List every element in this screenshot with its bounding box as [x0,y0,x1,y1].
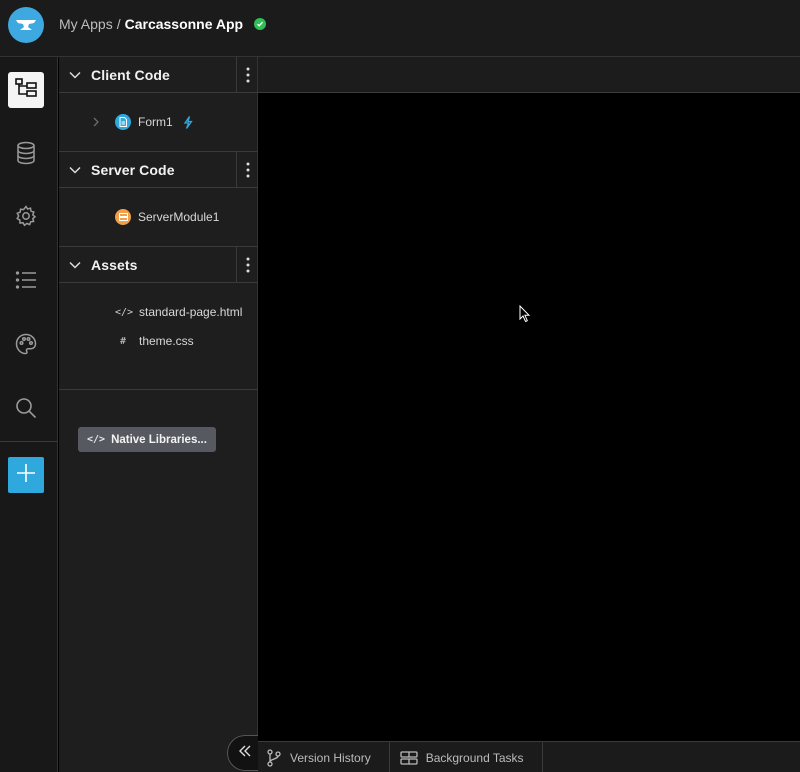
app-tree-icon [14,77,38,104]
app-browser-panel: Client Code Form1 Server Code ServerModu… [59,56,258,772]
plus-icon [16,463,36,488]
tasks-icon [400,750,418,765]
section-title: Assets [91,256,138,273]
rail-app-browser[interactable] [8,72,44,108]
tree-item-servermodule1[interactable]: ServerModule1 [59,203,258,231]
bottom-bar: Version History Background Tasks [258,741,800,772]
app-name[interactable]: Carcassonne App [125,15,244,33]
form-icon [115,114,131,130]
tree-item-form1[interactable]: Form1 [59,108,258,136]
section-divider [59,389,258,390]
section-title: Server Code [91,161,175,178]
rail-theme[interactable] [8,328,44,364]
chevron-down-icon[interactable] [59,57,91,93]
sidebar-rail [0,57,58,772]
search-icon [14,396,38,425]
top-bar: My Apps / Carcassonne App [0,0,800,57]
git-branch-icon [267,748,281,767]
section-server-code[interactable]: Server Code [59,151,258,188]
chevron-right-icon[interactable] [93,117,105,127]
database-icon [15,141,37,170]
code-icon: </> [87,434,106,445]
tree-item-theme-css[interactable]: # theme.css [59,327,258,355]
tree-item-label: Form1 [138,115,173,129]
saved-check-icon [254,18,267,30]
rail-divider [0,441,58,442]
chevron-down-icon[interactable] [59,247,91,283]
breadcrumb-my-apps[interactable]: My Apps [59,15,113,33]
server-module-icon [115,209,131,225]
tree-item-label: theme.css [139,334,194,348]
section-title: Client Code [91,66,170,83]
hash-icon: # [119,335,127,347]
tree-item-standard-page[interactable]: </> standard-page.html [59,298,258,326]
code-icon: </> [115,306,134,318]
gear-icon [14,204,38,233]
version-history-label: Version History [290,750,371,765]
background-tasks-tab[interactable]: Background Tasks [390,742,543,772]
list-icon [15,270,37,295]
editor-area[interactable] [258,93,800,741]
rail-search[interactable] [8,392,44,428]
background-tasks-label: Background Tasks [425,750,524,765]
editor-tab-bar [258,57,800,93]
lightning-icon [183,115,193,129]
native-libraries-label: Native Libraries... [111,433,207,446]
kebab-menu-icon[interactable] [236,151,258,188]
chevron-down-icon[interactable] [59,152,91,188]
tree-item-label: standard-page.html [139,305,243,319]
section-assets[interactable]: Assets [59,246,258,283]
anvil-logo-icon[interactable] [8,7,44,43]
rail-app-logs[interactable] [8,264,44,300]
kebab-menu-icon[interactable] [236,246,258,283]
tree-item-label: ServerModule1 [138,210,220,224]
add-component-button[interactable] [8,457,44,493]
rail-settings[interactable] [8,200,44,236]
double-chevron-left-icon [238,744,252,762]
collapse-panel-button[interactable] [227,735,261,771]
mouse-cursor-icon [519,304,531,328]
palette-icon [14,332,38,361]
rail-data-tables[interactable] [8,137,44,173]
native-libraries-button[interactable]: </> Native Libraries... [78,427,216,452]
kebab-menu-icon[interactable] [236,56,258,93]
version-history-tab[interactable]: Version History [258,742,390,772]
breadcrumb: My Apps / Carcassonne App [59,15,267,33]
breadcrumb-separator: / [116,16,121,32]
section-client-code[interactable]: Client Code [59,56,258,93]
